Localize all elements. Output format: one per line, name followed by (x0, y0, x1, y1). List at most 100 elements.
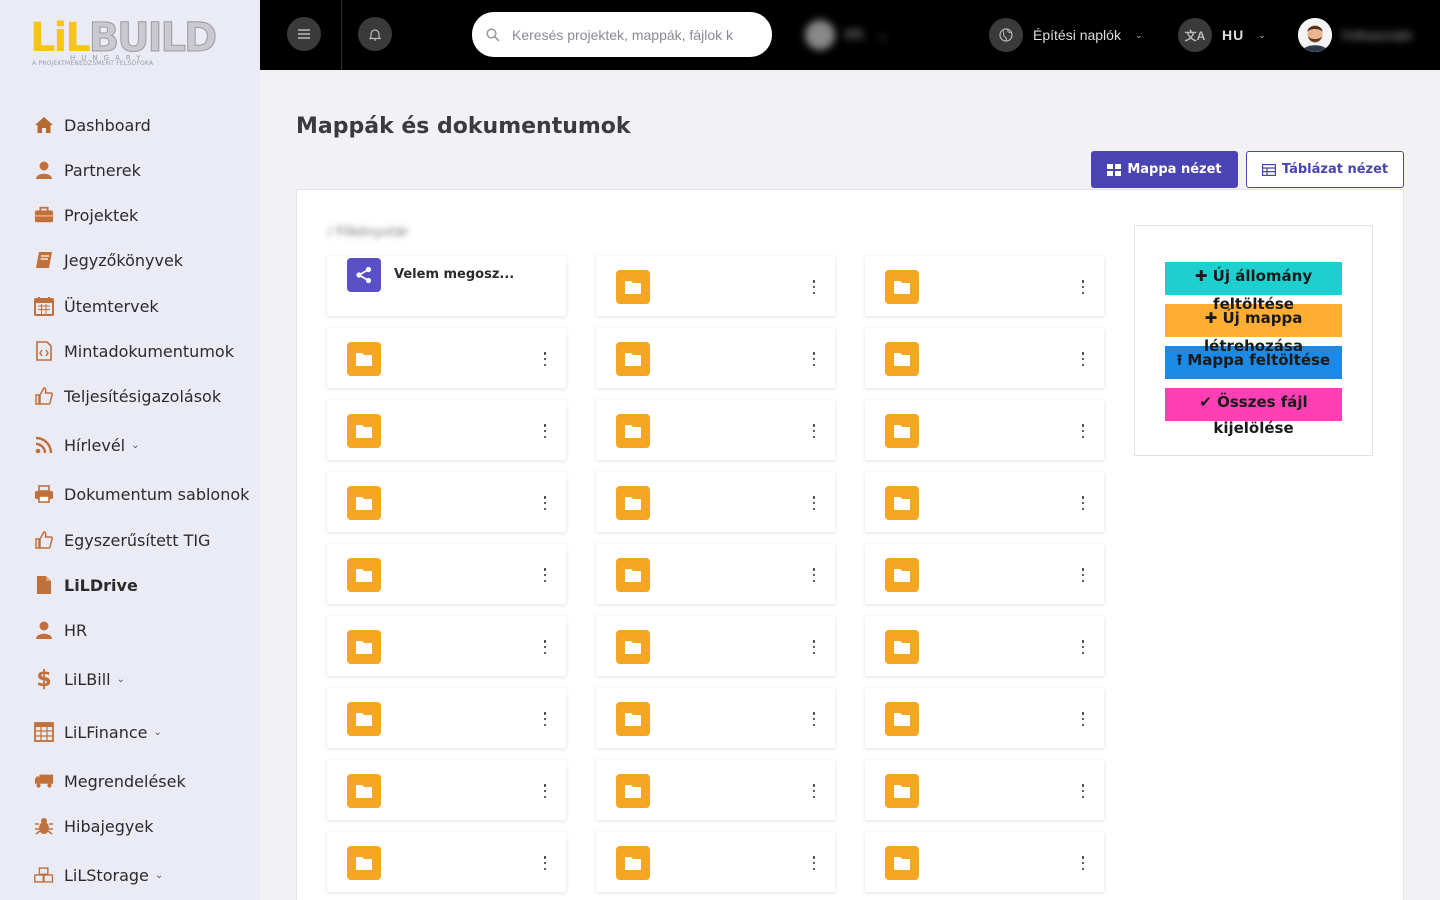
more-options-icon[interactable] (811, 352, 817, 366)
sidebar-item-lilbill[interactable]: $ LiLBill ⌄ (34, 664, 125, 694)
grid-icon (1107, 163, 1122, 176)
more-options-icon[interactable] (1080, 568, 1086, 582)
sidebar-item-hibajegyek[interactable]: Hibajegyek (34, 811, 153, 841)
sidebar-item-hr[interactable]: HR (34, 615, 87, 645)
folder-card[interactable] (596, 328, 835, 388)
folder-card[interactable] (327, 400, 566, 460)
sidebar-item-dashboard[interactable]: Dashboard (34, 110, 151, 140)
folder-card[interactable] (327, 616, 566, 676)
sidebar-item-label: Hírlevél (64, 435, 126, 455)
sidebar-item-lilstorage[interactable]: LiLStorage ⌄ (34, 860, 163, 890)
more-options-icon[interactable] (1080, 712, 1086, 726)
folder-icon (616, 414, 650, 448)
folder-card[interactable] (865, 760, 1104, 820)
sidebar-item-lildrive[interactable]: LiLDrive (34, 570, 138, 600)
app-logo[interactable]: LiLBUILD HUNGARY A PROJEKTMENEDZSMENT FE… (30, 8, 218, 74)
more-options-icon[interactable] (542, 568, 548, 582)
search-input[interactable] (512, 26, 742, 43)
more-options-icon[interactable] (1080, 352, 1086, 366)
more-options-icon[interactable] (1080, 784, 1086, 798)
folder-card[interactable] (327, 544, 566, 604)
folder-card[interactable] (865, 544, 1104, 604)
select-all-button[interactable]: ✔ Összes fájl kijelölése (1165, 388, 1342, 440)
language-selector[interactable]: 文A HU ⌄ (1178, 18, 1266, 52)
folder-card[interactable] (327, 832, 566, 892)
folder-icon (347, 702, 381, 736)
chevron-down-icon: ⌄ (131, 439, 140, 451)
more-options-icon[interactable] (542, 424, 548, 438)
diary-selector[interactable]: Építési naplók ⌄ (989, 18, 1143, 52)
folder-card[interactable] (865, 688, 1104, 748)
folder-card[interactable] (865, 328, 1104, 388)
more-options-icon[interactable] (811, 424, 817, 438)
more-options-icon[interactable] (542, 640, 548, 654)
folder-card[interactable] (327, 688, 566, 748)
sidebar-item-partnerek[interactable]: Partnerek (34, 155, 141, 185)
folder-card[interactable] (596, 400, 835, 460)
more-options-icon[interactable] (811, 856, 817, 870)
folder-card[interactable] (865, 832, 1104, 892)
shared-with-me-card[interactable]: Velem megosz... (327, 256, 566, 316)
folder-card[interactable] (865, 256, 1104, 316)
folder-card[interactable] (327, 472, 566, 532)
more-options-icon[interactable] (542, 784, 548, 798)
select-all-label-line2: kijelölése (1213, 419, 1294, 437)
table-view-button[interactable]: Táblázat nézet (1246, 151, 1404, 188)
sidebar-item-egyszerusitett-tig[interactable]: Egyszerűsített TIG (34, 525, 210, 555)
sidebar-item-mintadokumentumok[interactable]: Mintadokumentumok (34, 336, 234, 366)
folder-card[interactable] (596, 544, 835, 604)
sidebar-item-projektek[interactable]: Projektek (34, 200, 138, 230)
company-name: Kft. (845, 27, 868, 43)
more-options-icon[interactable] (542, 712, 548, 726)
folder-card[interactable] (865, 616, 1104, 676)
more-options-icon[interactable] (1080, 424, 1086, 438)
sidebar-item-hirlevel[interactable]: Hírlevél ⌄ (34, 430, 140, 460)
folder-card[interactable] (327, 760, 566, 820)
folder-card[interactable] (596, 616, 835, 676)
more-options-icon[interactable] (811, 280, 817, 294)
sidebar-item-megrendelesek[interactable]: Megrendelések (34, 766, 186, 796)
sidebar-item-label: Teljesítésigazolások (64, 386, 222, 406)
more-options-icon[interactable] (1080, 280, 1086, 294)
folder-view-button[interactable]: Mappa nézet (1091, 151, 1238, 188)
folder-card[interactable] (596, 832, 835, 892)
more-options-icon[interactable] (811, 712, 817, 726)
sidebar-item-teljesitesigazolasok[interactable]: Teljesítésigazolások (34, 381, 221, 411)
user-menu[interactable]: Felhasználó (1298, 18, 1412, 52)
more-options-icon[interactable] (811, 640, 817, 654)
more-options-icon[interactable] (811, 784, 817, 798)
folder-card[interactable] (865, 400, 1104, 460)
folder-card[interactable] (865, 472, 1104, 532)
more-options-icon[interactable] (542, 856, 548, 870)
more-options-icon[interactable] (1080, 640, 1086, 654)
sidebar-item-label: Egyszerűsített TIG (64, 530, 211, 550)
company-selector[interactable]: Kft. ⌄ (805, 20, 888, 50)
folder-card[interactable] (596, 760, 835, 820)
topbar: Kft. ⌄ Építési naplók ⌄ 文A HU ⌄ Felhaszn… (260, 0, 1440, 70)
folder-card[interactable] (596, 256, 835, 316)
folder-icon (885, 270, 919, 304)
more-options-icon[interactable] (542, 352, 548, 366)
sidebar-item-label: LiLDrive (64, 575, 138, 595)
more-options-icon[interactable] (1080, 496, 1086, 510)
folder-card[interactable] (596, 688, 835, 748)
sidebar-item-lilfinance[interactable]: LiLFinance ⌄ (34, 717, 162, 747)
more-options-icon[interactable] (811, 496, 817, 510)
sidebar-item-label: Mintadokumentumok (64, 341, 234, 361)
sidebar-item-dokumentum-sablonok[interactable]: Dokumentum sablonok (34, 479, 249, 509)
page-title: Mappák és dokumentumok (296, 114, 631, 139)
sidebar-item-utemtervek[interactable]: Ütemtervek (34, 291, 159, 321)
upload-folder-button[interactable]: ⭱ Mappa feltöltése (1165, 346, 1342, 379)
breadcrumb[interactable]: / Főkönyvtár (328, 225, 409, 240)
folder-card[interactable] (596, 472, 835, 532)
folder-card[interactable] (327, 328, 566, 388)
more-options-icon[interactable] (542, 496, 548, 510)
notifications-button[interactable] (358, 17, 392, 51)
more-options-icon[interactable] (811, 568, 817, 582)
sidebar-item-jegyzokonyvek[interactable]: Jegyzőkönyvek (34, 245, 183, 275)
menu-toggle-button[interactable] (287, 17, 321, 51)
folder-icon (347, 630, 381, 664)
chevron-down-icon: ⌄ (1258, 29, 1266, 40)
more-options-icon[interactable] (1080, 856, 1086, 870)
folder-icon (347, 342, 381, 376)
